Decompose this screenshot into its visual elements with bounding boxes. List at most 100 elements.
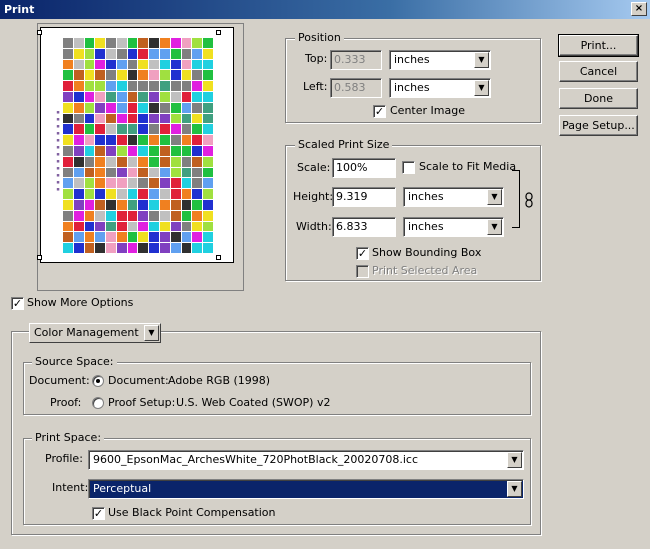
- color-patch: [106, 189, 116, 199]
- color-patch: [127, 135, 138, 145]
- bbox-handle-top-right[interactable]: [216, 30, 221, 35]
- color-patch: [63, 48, 73, 59]
- show-more-options-checkbox[interactable]: ✓: [11, 297, 24, 310]
- color-patch: [138, 221, 149, 232]
- chain-link-icon[interactable]: [523, 192, 535, 208]
- color-patch: [138, 156, 149, 167]
- close-icon: ×: [634, 3, 644, 14]
- color-patch: [116, 70, 127, 81]
- intent-label: Intent:: [52, 481, 89, 494]
- color-patch: [106, 92, 116, 102]
- chevron-down-icon[interactable]: ▼: [507, 481, 522, 497]
- width-input[interactable]: 6.833: [332, 217, 396, 237]
- color-patch: [116, 48, 127, 59]
- color-patch: [192, 92, 203, 102]
- color-patch: [63, 38, 73, 48]
- show-more-options-label[interactable]: Show More Options: [27, 295, 133, 311]
- top-input[interactable]: 0.333: [330, 50, 382, 70]
- color-patch: [149, 243, 160, 253]
- proof-radio[interactable]: [92, 397, 104, 409]
- color-patch: [203, 102, 213, 113]
- show-bounding-box-label[interactable]: Show Bounding Box: [372, 245, 481, 261]
- profile-value: 9600_EpsonMac_ArchesWhite_720PhotBlack_2…: [93, 453, 418, 466]
- document-option-label[interactable]: Document:: [108, 373, 169, 389]
- color-patch: [149, 146, 160, 156]
- color-patch: [170, 48, 181, 59]
- top-unit-value: inches: [394, 53, 430, 66]
- chevron-down-icon[interactable]: ▼: [487, 219, 502, 235]
- color-patch: [63, 243, 73, 253]
- color-patch: [170, 200, 181, 210]
- height-input[interactable]: 9.319: [332, 187, 396, 207]
- color-patch: [160, 210, 170, 221]
- preview-page[interactable]: ▪▪▪▪▪▪▪▪▪▪▪▪: [40, 27, 234, 263]
- cancel-button[interactable]: Cancel: [559, 61, 638, 82]
- top-unit-select[interactable]: inches ▼: [389, 50, 491, 70]
- show-bounding-box-checkbox[interactable]: ✓: [356, 247, 369, 260]
- color-patch: [84, 243, 95, 253]
- intent-value: Perceptual: [93, 482, 152, 495]
- color-patch: [84, 124, 95, 135]
- color-patch: [181, 92, 192, 102]
- bbox-handle-bottom-left[interactable]: [37, 255, 42, 260]
- bbox-handle-top-left[interactable]: [37, 30, 42, 35]
- chevron-down-icon[interactable]: ▼: [507, 452, 522, 468]
- color-patch: [203, 113, 213, 124]
- color-patch: [181, 146, 192, 156]
- color-patch: [73, 113, 84, 124]
- color-patch: [203, 38, 213, 48]
- color-patch: [160, 167, 170, 178]
- color-patch: [203, 189, 213, 199]
- done-button[interactable]: Done: [559, 88, 638, 109]
- color-patch: [160, 92, 170, 102]
- color-patch: [192, 48, 203, 59]
- intent-select[interactable]: Perceptual ▼: [88, 479, 524, 499]
- color-patch: [116, 243, 127, 253]
- scale-to-fit-checkbox[interactable]: [402, 161, 415, 174]
- color-patch: [95, 146, 106, 156]
- center-image-checkbox[interactable]: ✓: [373, 105, 386, 118]
- close-button[interactable]: ×: [631, 2, 647, 16]
- color-patch: [149, 135, 160, 145]
- chevron-down-icon[interactable]: ▼: [487, 189, 502, 205]
- color-management-select[interactable]: Color Management ▼: [29, 323, 161, 343]
- proof-option-label[interactable]: Proof Setup:: [108, 395, 175, 411]
- chevron-down-icon[interactable]: ▼: [474, 80, 489, 96]
- color-patch: [127, 210, 138, 221]
- color-patch: [73, 124, 84, 135]
- color-patch: [138, 232, 149, 243]
- color-patch: [84, 200, 95, 210]
- color-patch: [160, 178, 170, 189]
- color-patch: [116, 124, 127, 135]
- color-patch: [106, 59, 116, 70]
- width-unit-select[interactable]: inches ▼: [403, 217, 504, 237]
- color-patch: [84, 156, 95, 167]
- center-image-label[interactable]: Center Image: [390, 103, 465, 119]
- color-patch: [203, 210, 213, 221]
- color-patch: [84, 189, 95, 199]
- height-unit-select[interactable]: inches ▼: [403, 187, 504, 207]
- scale-input[interactable]: 100%: [332, 158, 396, 178]
- color-patch: [106, 232, 116, 243]
- chevron-down-icon[interactable]: ▼: [144, 325, 159, 341]
- color-patch: [170, 243, 181, 253]
- color-patch: [73, 210, 84, 221]
- color-patch: [106, 167, 116, 178]
- color-patch: [170, 92, 181, 102]
- black-point-compensation-label[interactable]: Use Black Point Compensation: [108, 505, 276, 521]
- bbox-handle-bottom-right[interactable]: [216, 255, 221, 260]
- color-patch: [106, 156, 116, 167]
- left-input[interactable]: 0.583: [330, 78, 382, 98]
- chevron-down-icon[interactable]: ▼: [474, 52, 489, 68]
- scale-to-fit-label[interactable]: Scale to Fit Media: [419, 159, 516, 175]
- left-unit-select[interactable]: inches ▼: [389, 78, 491, 98]
- color-patch: [149, 102, 160, 113]
- black-point-compensation-checkbox[interactable]: ✓: [92, 507, 105, 520]
- print-button[interactable]: Print...: [558, 34, 639, 57]
- color-patch: [127, 189, 138, 199]
- document-radio[interactable]: [92, 375, 104, 387]
- color-patch: [138, 200, 149, 210]
- color-patch: [84, 178, 95, 189]
- profile-select[interactable]: 9600_EpsonMac_ArchesWhite_720PhotBlack_2…: [88, 450, 524, 470]
- page-setup-button[interactable]: Page Setup...: [559, 115, 638, 136]
